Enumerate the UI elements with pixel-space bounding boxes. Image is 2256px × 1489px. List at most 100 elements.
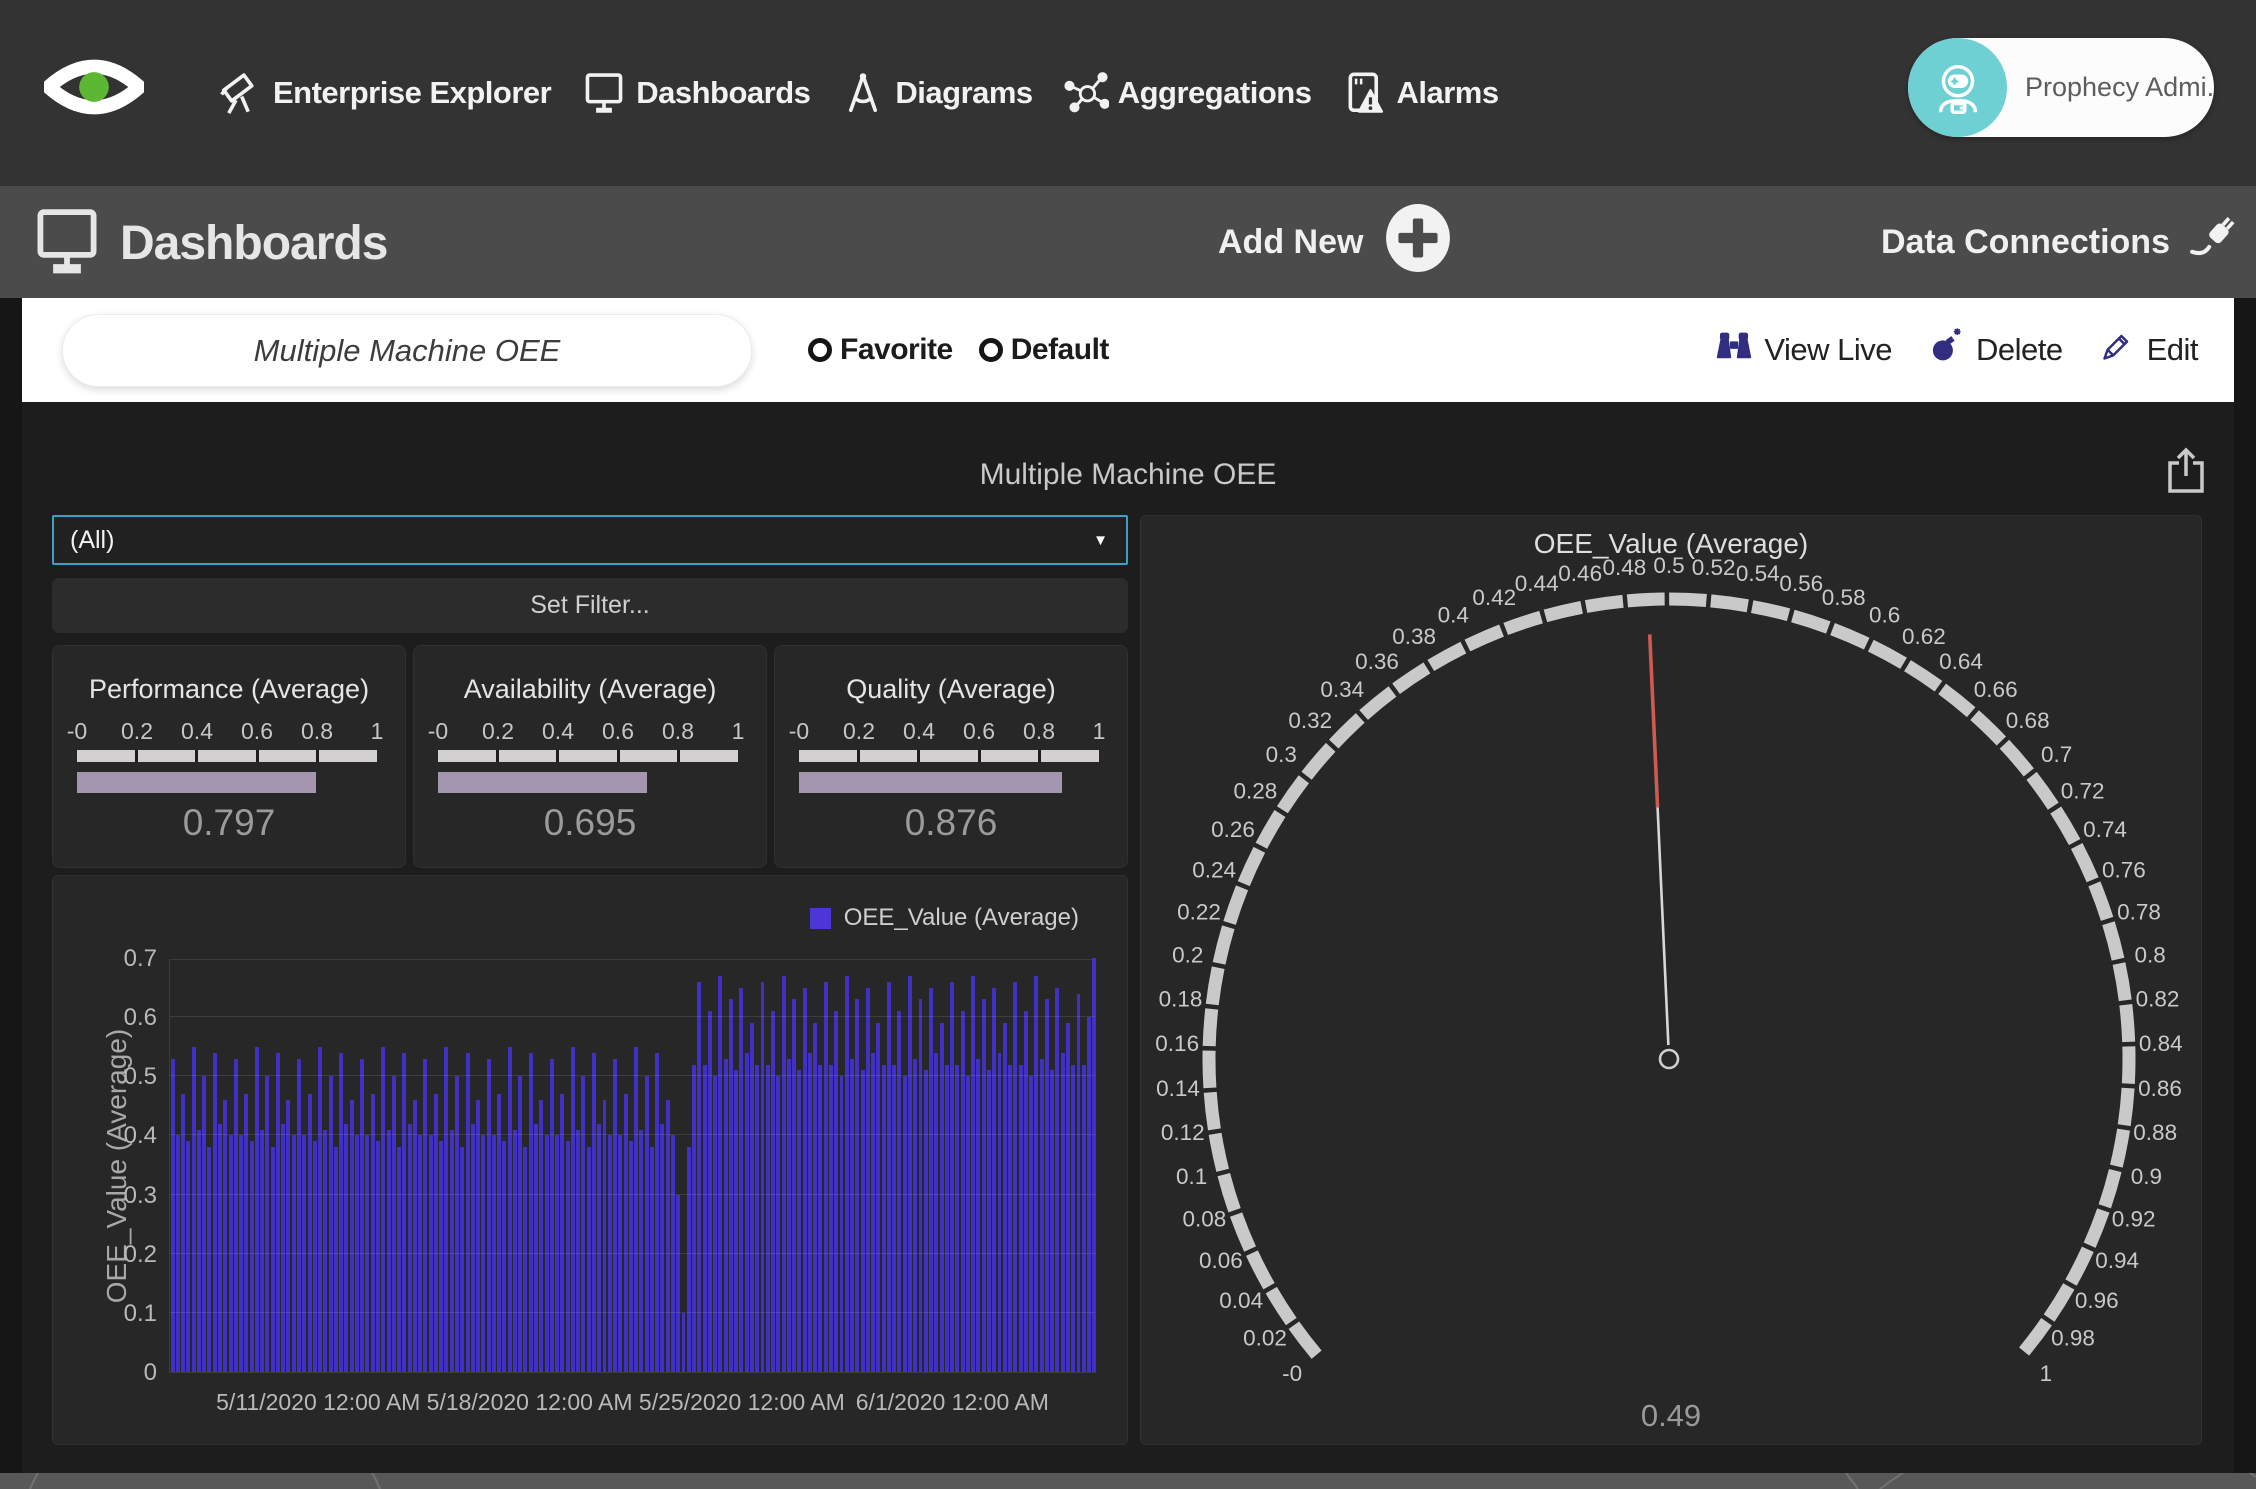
kpi-gauge-card: Quality (Average)-00.20.40.60.810.876: [774, 645, 1128, 868]
kpi-tick-label: 0.8: [662, 718, 694, 745]
x-tick-label: 5/25/2020 12:00 AM: [639, 1389, 845, 1416]
gauge-tick-label: 0.28: [1234, 778, 1278, 803]
gauge-tick-label: 0.64: [1939, 649, 1983, 674]
dashboard-toolbar: Favorite Default View Live: [22, 298, 2234, 402]
edit-pen-icon: [2097, 326, 2137, 374]
bar: [545, 1135, 549, 1372]
content-band: Favorite Default View Live: [0, 298, 2256, 1473]
gauge-tick-label: 0.98: [2051, 1326, 2095, 1351]
y-tick-label: 0.2: [57, 1241, 157, 1269]
share-icon[interactable]: [2164, 446, 2208, 494]
bar: [381, 1047, 385, 1372]
machine-filter-dropdown[interactable]: (All) ▼: [52, 515, 1128, 565]
kpi-value-bar-track: [77, 772, 377, 793]
gauge-tick-label: 0.2: [1172, 943, 1203, 968]
bar: [645, 1076, 649, 1372]
bar: [803, 988, 807, 1372]
bar: [292, 1135, 296, 1372]
y-tick-label: 0.1: [57, 1300, 157, 1328]
gauge-tick-label: 0.12: [1161, 1120, 1205, 1145]
kpi-tick-label: 0.2: [843, 718, 875, 745]
kpi-value-bar: [438, 772, 647, 793]
bar: [745, 1053, 749, 1372]
kpi-gauge-card: Availability (Average)-00.20.40.60.810.6…: [413, 645, 767, 868]
bar: [692, 1065, 696, 1373]
gauge-tick-label: 0.54: [1736, 561, 1780, 586]
add-new-button[interactable]: Add New: [1218, 186, 1451, 298]
bar: [550, 1059, 554, 1373]
kpi-tick-label: 0.8: [1023, 718, 1055, 745]
gauge-tick-label: 0.06: [1199, 1248, 1243, 1273]
bar: [186, 1141, 190, 1372]
bar: [334, 1147, 338, 1372]
brand-eye-logo[interactable]: [44, 52, 144, 122]
bar: [1061, 1053, 1065, 1372]
set-filter-button[interactable]: Set Filter...: [52, 578, 1128, 633]
bar: [1040, 1059, 1044, 1373]
gauge-tick-label: 0.04: [1219, 1288, 1263, 1313]
kpi-tick-label: 1: [732, 718, 745, 745]
dashboard-name-input[interactable]: [62, 314, 752, 387]
kpi-value-label: 0.876: [775, 802, 1127, 844]
gauge-tick-label: 0.62: [1902, 624, 1946, 649]
bar: [218, 1124, 222, 1372]
gauge-tick-label: 0.14: [1156, 1076, 1200, 1101]
view-live-button[interactable]: View Live: [1714, 326, 1892, 374]
gauge-tick-label: 0.3: [1266, 742, 1297, 767]
gridline: [170, 1075, 1095, 1076]
bar: [271, 1147, 275, 1372]
gauge-tick-label: 0.9: [2131, 1164, 2162, 1189]
default-radio[interactable]: Default: [979, 333, 1109, 367]
dashboard-panel: Multiple Machine OEE (All) ▼ Set Filter.…: [22, 402, 2234, 1473]
nav-item-dashboards[interactable]: Dashboards: [581, 70, 810, 116]
bar: [950, 982, 954, 1372]
data-connections-button[interactable]: Data Connections: [1881, 186, 2242, 298]
kpi-tick-label: 0.2: [482, 718, 514, 745]
kpi-value-bar-track: [799, 772, 1099, 793]
bar: [897, 1011, 901, 1372]
nav-item-aggregations[interactable]: Aggregations: [1063, 70, 1312, 116]
kpi-tick-label: 0.6: [241, 718, 273, 745]
bar: [766, 1065, 770, 1373]
nav-item-diagrams[interactable]: Diagrams: [840, 70, 1032, 116]
bar: [576, 1130, 580, 1373]
page-title: Dashboards: [120, 216, 387, 271]
bar-chart-plot[interactable]: [169, 959, 1096, 1373]
page-header: Dashboards Add New Data Connections: [0, 186, 2256, 298]
kpi-scale-bar: [438, 750, 738, 762]
bar: [276, 1053, 280, 1372]
gauge-tick-label: 0.56: [1779, 571, 1823, 596]
bar: [776, 1076, 780, 1372]
favorite-radio[interactable]: Favorite: [808, 333, 953, 367]
kpi-scale-ticks: -00.20.40.60.81: [799, 718, 1099, 744]
nav-item-alarms[interactable]: Alarms: [1341, 70, 1498, 116]
user-name: Prophecy Admi...: [2025, 72, 2214, 103]
bar: [624, 1094, 628, 1372]
bar: [487, 1059, 491, 1373]
top-nav: Enterprise Explorer Dashboards Diagrams: [0, 0, 2256, 186]
kpi-scale-segment: [799, 750, 857, 762]
legend-item[interactable]: OEE_Value (Average): [810, 904, 1079, 932]
bar: [392, 1076, 396, 1372]
kpi-scale-segment: [77, 750, 135, 762]
kpi-tick-label: 0.6: [963, 718, 995, 745]
user-menu[interactable]: Prophecy Admi...: [1908, 38, 2214, 137]
x-tick-label: 6/1/2020 12:00 AM: [856, 1389, 1049, 1416]
gauge-tick-label: 0.08: [1183, 1207, 1227, 1232]
bar: [618, 1135, 622, 1372]
radial-gauge: -00.020.040.060.080.10.120.140.160.180.2…: [1141, 516, 2203, 1446]
kpi-value-label: 0.797: [53, 802, 405, 844]
gauge-tick-label: 0.44: [1515, 571, 1559, 596]
gauge-title: OEE_Value (Average): [1141, 528, 2201, 560]
bar: [729, 999, 733, 1372]
kpi-tick-label: 1: [1093, 718, 1106, 745]
nav-label: Alarms: [1396, 75, 1498, 111]
gridline: [170, 1312, 1095, 1313]
nav-item-enterprise-explorer[interactable]: Enterprise Explorer: [218, 70, 551, 116]
kpi-scale-segment: [920, 750, 978, 762]
edit-button[interactable]: Edit: [2097, 326, 2198, 374]
kpi-value-label: 0.695: [414, 802, 766, 844]
gauge-tick-label: 1: [2040, 1361, 2053, 1386]
gauge-tick-label: 0.8: [2135, 943, 2166, 968]
delete-button[interactable]: Delete: [1926, 326, 2063, 374]
